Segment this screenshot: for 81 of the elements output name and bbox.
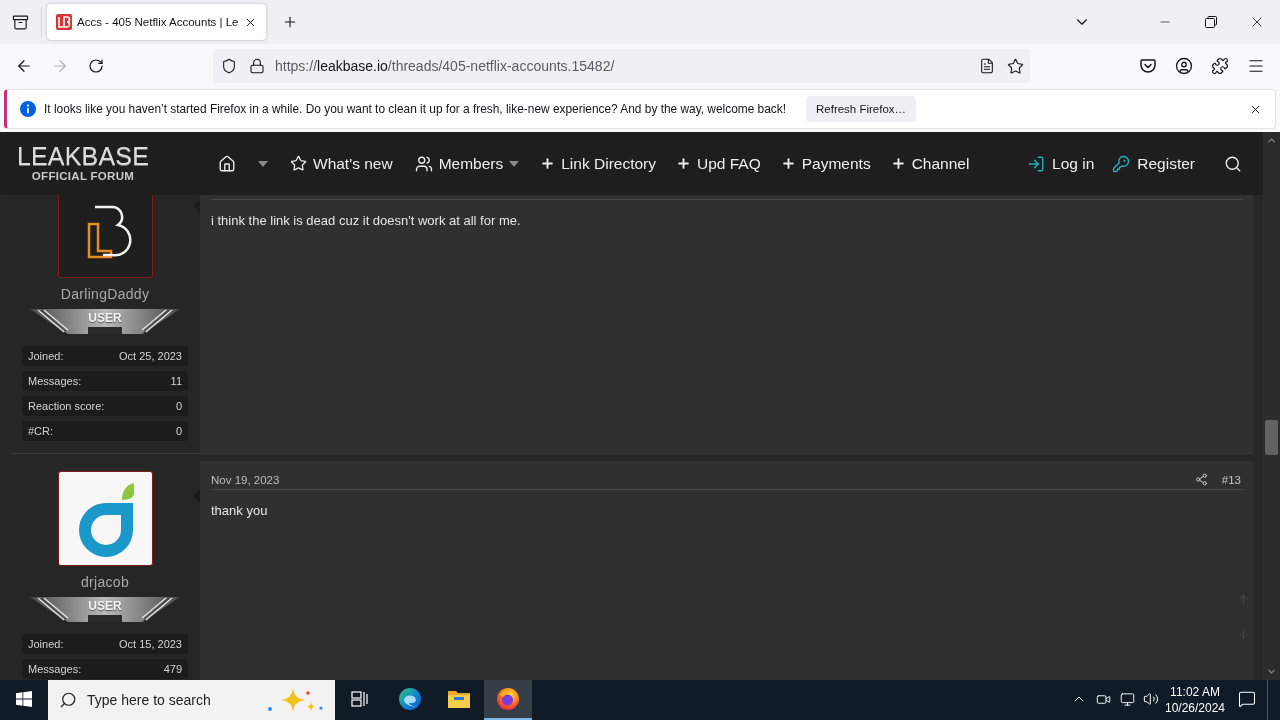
home-icon: [218, 154, 236, 173]
volume-icon: [1143, 691, 1159, 707]
arrow-down-icon: [1236, 627, 1250, 641]
plus-icon: [890, 156, 906, 171]
stat-value: Oct 15, 2023: [119, 638, 182, 650]
sign-in-icon: [1027, 154, 1046, 173]
forward-arrow-icon: [51, 57, 69, 75]
browser-tab[interactable]: Accs - 405 Netflix Accounts | Le: [47, 4, 266, 40]
nav-link[interactable]: Link Directory: [530, 132, 666, 195]
search-icon: [59, 691, 77, 709]
share-button[interactable]: [1193, 471, 1210, 488]
restore-icon: [1205, 16, 1217, 28]
url-text: https://leakbase.io/threads/405-netflix-accounts.15482/: [275, 58, 615, 74]
plus-icon: [282, 14, 298, 30]
windows-logo-icon: [16, 691, 32, 707]
clock-time: 11:02 AM: [1170, 684, 1220, 700]
login-link[interactable]: Log in: [1018, 154, 1104, 173]
firefox-icon: [496, 687, 520, 711]
stat-label: #CR:: [28, 425, 54, 437]
star-icon: [290, 155, 307, 172]
document-icon: [979, 58, 995, 74]
pocket-icon: [1139, 57, 1157, 75]
star-icon: [1006, 57, 1024, 75]
scrollbar-thumb[interactable]: [1265, 420, 1278, 455]
reload-icon: [88, 58, 104, 74]
post-text: i think the link is dead cuz it doesn't work at all for me.: [211, 213, 522, 229]
logo-title[interactable]: LEAKBASE: [16, 144, 150, 169]
arrow-up-icon: [1236, 592, 1250, 606]
logo-subtitle: OFFICIAL FORUM: [31, 169, 135, 183]
monitor-icon: [1119, 691, 1135, 707]
lock-icon: [249, 58, 265, 74]
stat-value: 0: [175, 425, 182, 437]
key-icon: [1112, 154, 1131, 173]
plus-icon: [676, 156, 691, 171]
post-number-link[interactable]: #13: [1221, 473, 1241, 486]
stat-value: Oct 25, 2023: [119, 350, 182, 362]
username[interactable]: DarlingDaddy: [60, 286, 150, 302]
edge-icon: [398, 687, 422, 711]
rank-banner: USER: [30, 309, 180, 334]
task-view-icon: [351, 691, 369, 707]
notification-message: It looks like you haven’t started Firefox in a while. Do you want to clean it up for a fresh, like-new experience? And by the way, welcome back!: [44, 102, 786, 116]
user-avatar[interactable]: [57, 195, 153, 278]
puzzle-icon: [1211, 57, 1229, 75]
stat-label: Messages:: [28, 663, 82, 675]
stat-label: Joined:: [28, 350, 64, 362]
address-bar[interactable]: https://leakbase.io/threads/405-netflix-accounts.15482/: [213, 49, 1030, 83]
stat-label: Joined:: [28, 638, 64, 650]
stat-value: 11: [170, 375, 182, 387]
taskbar-app-button[interactable]: [484, 680, 532, 720]
search-icon: [1224, 154, 1242, 173]
post-text: thank you: [211, 503, 269, 519]
stat-value: 479: [163, 663, 182, 675]
plus-icon: [540, 156, 556, 171]
menu-icon: [1247, 57, 1265, 75]
folder-icon: [447, 688, 471, 710]
user-avatar[interactable]: [57, 471, 153, 566]
post-date: Nov 19, 2023: [211, 473, 280, 486]
favicon-icon: [56, 14, 72, 30]
shield-icon: [221, 58, 237, 74]
share-icon: [1195, 473, 1209, 486]
username[interactable]: drjacob: [81, 574, 129, 590]
taskbar-search-field[interactable]: Type here to search: [48, 680, 335, 720]
info-icon: [20, 101, 36, 117]
stat-label: Messages:: [28, 375, 82, 387]
nav-link[interactable]: Upd FAQ: [666, 132, 771, 195]
nav-link[interactable]: What's new: [279, 132, 404, 195]
plus-icon: [780, 156, 796, 171]
stat-label: Reaction score:: [28, 400, 105, 412]
nav-link[interactable]: Channel: [880, 132, 980, 195]
notification-icon: [1238, 690, 1256, 708]
refresh-firefox-button[interactable]: Refresh Firefox…: [806, 96, 917, 122]
nav-link[interactable]: Members: [403, 132, 531, 195]
nav-link[interactable]: Payments: [770, 132, 881, 195]
clock-date: 10/26/2024: [1164, 700, 1226, 716]
account-icon: [1175, 57, 1193, 75]
search-input[interactable]: Type here to search: [87, 689, 227, 711]
archive-icon: [11, 13, 29, 31]
rank-banner: USER: [30, 597, 180, 622]
people-icon: [414, 154, 433, 173]
register-link[interactable]: Register: [1103, 154, 1204, 173]
stat-value: 0: [175, 400, 182, 412]
